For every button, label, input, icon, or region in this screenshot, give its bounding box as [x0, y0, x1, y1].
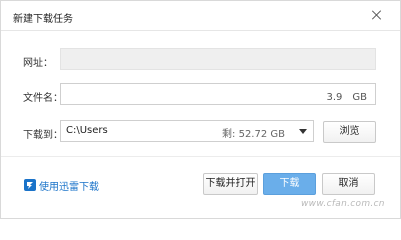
saveto-field[interactable]: C:\Users 剩: 52.72 GB — [60, 120, 294, 142]
browse-button[interactable]: 浏览 — [323, 121, 376, 143]
download-and-open-button[interactable]: 下载并打开 — [203, 173, 258, 195]
saveto-label: 下载到： — [23, 130, 63, 141]
watermark-text: www.cfan.com.cn — [301, 199, 385, 209]
free-space-text: 剩: 52.72 GB — [222, 129, 285, 140]
url-field — [60, 48, 376, 70]
cancel-button[interactable]: 取消 — [322, 173, 375, 195]
chevron-down-icon — [299, 129, 307, 134]
saveto-dropdown-button[interactable] — [293, 120, 314, 142]
filename-field[interactable]: 3.9 GB — [60, 83, 376, 105]
url-label: 网址： — [23, 58, 53, 69]
dialog-title: 新建下载任务 — [13, 14, 73, 25]
saveto-value: C:\Users — [66, 125, 108, 136]
download-button[interactable]: 下载 — [263, 173, 316, 195]
new-download-dialog: 新建下载任务 网址： 文件名： 3.9 GB 下载到： C:\Users 剩: … — [0, 0, 401, 219]
footer-divider — [1, 156, 400, 157]
thunder-logo-icon — [24, 179, 36, 191]
close-icon[interactable] — [369, 8, 385, 24]
use-thunder-link[interactable]: 使用迅雷下载 — [39, 178, 99, 193]
filename-label: 文件名： — [23, 93, 63, 104]
dialog-titlebar: 新建下载任务 — [1, 1, 400, 31]
filesize-text: 3.9 GB — [326, 92, 367, 103]
